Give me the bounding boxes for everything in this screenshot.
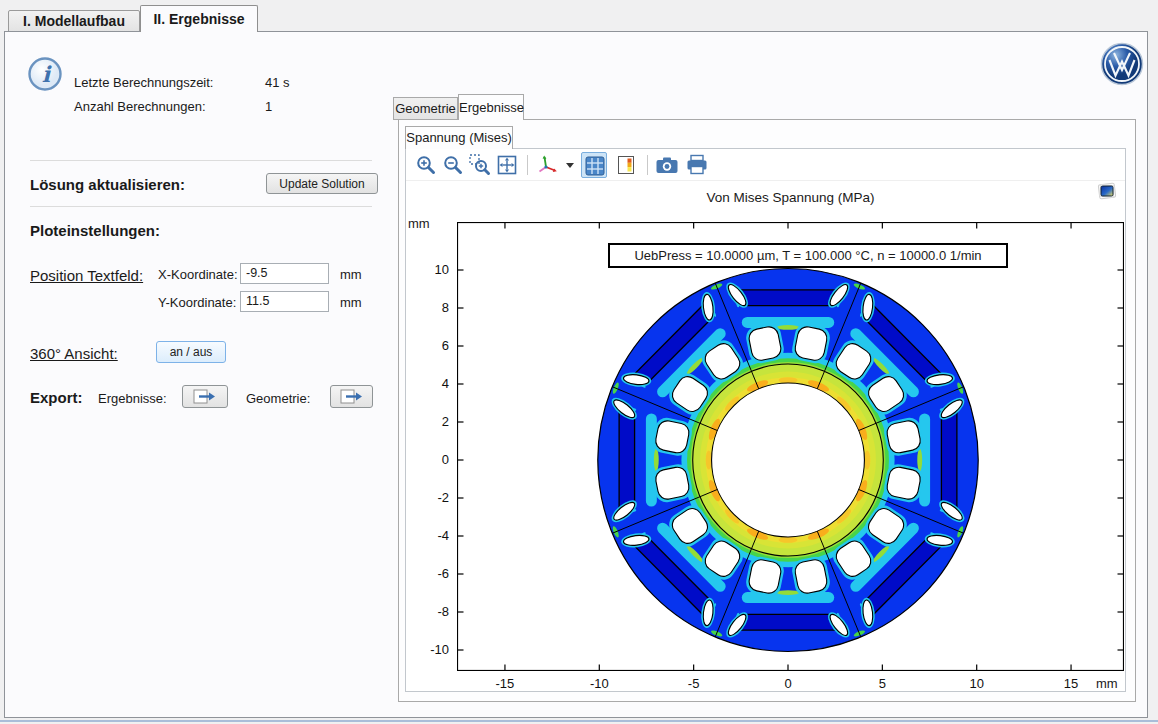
toolbar-separator [527, 155, 528, 175]
y-koordinate-input[interactable]: 11.5 [240, 291, 329, 312]
app-window: I. Modellaufbau II. Ergebnisse i Letzte … [0, 0, 1158, 724]
x-tick-label: 10 [955, 676, 999, 691]
info-icon: i [27, 56, 64, 93]
plot-settings-label: Ploteinstellungen: [30, 222, 160, 239]
calc-count-label: Anzahl Berechnungen: [74, 99, 206, 114]
x-koordinate-label: X-Koordinate: [158, 267, 238, 282]
x-tick-label: 5 [860, 676, 904, 691]
x-tick-label: 15 [1049, 676, 1093, 691]
y-tick-label: -8 [403, 604, 449, 619]
export-results-button[interactable] [182, 385, 228, 408]
y-koordinate-label: Y-Koordinate: [158, 295, 236, 310]
print-icon[interactable] [685, 154, 709, 176]
y-unit-label: mm [340, 295, 362, 310]
position-textfeld-label: Position Textfeld: [30, 267, 143, 284]
graphics-toolbar [406, 149, 1125, 181]
export-label: Export: [30, 389, 83, 406]
export-icon [340, 389, 364, 405]
export-results-label: Ergebnisse: [98, 391, 167, 406]
stress-plot [457, 222, 1124, 671]
zoom-box-icon[interactable] [469, 154, 491, 176]
zoom-in-icon[interactable] [415, 154, 437, 176]
plot-annotation: UebPress = 10.0000 µm, T = 100.000 °C, n… [608, 243, 1008, 268]
legend-icon[interactable] [616, 154, 638, 176]
y-tick-label: 0 [403, 452, 449, 467]
y-tick-label: -10 [403, 642, 449, 657]
view-360-label: 360° Ansicht: [30, 345, 118, 362]
calc-count-value: 1 [265, 99, 272, 114]
update-section-label: Lösung aktualisieren: [30, 176, 185, 193]
y-axis-unit: mm [408, 216, 430, 231]
grid-glyph [585, 156, 605, 176]
tab-ergebnisse-right[interactable]: Ergebnisse [458, 94, 524, 120]
plot-title: Von Mises Spannung (MPa) [457, 190, 1124, 205]
vw-logo [1100, 42, 1144, 86]
grid-icon[interactable] [581, 152, 607, 178]
y-tick-label: 8 [403, 300, 449, 315]
tab-spannung-mises[interactable]: Spannung (Mises) [405, 126, 513, 149]
export-geometry-label: Geometrie: [246, 391, 310, 406]
x-koordinate-input[interactable]: -9.5 [240, 263, 329, 284]
y-tick-label: 10 [403, 262, 449, 277]
export-icon [193, 389, 217, 405]
last-calc-time-label: Letzte Berechnungszeit: [74, 75, 213, 90]
separator [30, 206, 372, 207]
plot-flip-icon[interactable] [1096, 180, 1118, 202]
window-bottom-edge [0, 720, 1158, 722]
last-calc-time-value: 41 s [265, 75, 290, 90]
orientation-dropdown-icon[interactable] [564, 154, 576, 176]
y-tick-label: 4 [403, 376, 449, 391]
separator [30, 160, 372, 161]
update-solution-button[interactable]: Update Solution [266, 173, 378, 194]
toolbar-separator [647, 155, 648, 175]
x-axis-unit: mm [1096, 676, 1118, 691]
tab-ergebnisse[interactable]: II. Ergebnisse [140, 5, 258, 32]
zoom-extents-icon[interactable] [496, 154, 518, 176]
snapshot-icon[interactable] [655, 154, 680, 176]
y-tick-label: -2 [403, 490, 449, 505]
x-tick-label: -10 [577, 676, 621, 691]
x-tick-label: -5 [672, 676, 716, 691]
y-tick-label: -4 [403, 528, 449, 543]
view-toggle-button[interactable]: an / aus [156, 341, 226, 363]
orientation-icon[interactable] [535, 153, 559, 177]
y-tick-label: 2 [403, 414, 449, 429]
tab-geometrie[interactable]: Geometrie [393, 97, 458, 120]
y-tick-label: 6 [403, 338, 449, 353]
zoom-out-icon[interactable] [442, 154, 464, 176]
x-unit-label: mm [340, 267, 362, 282]
y-tick-label: -6 [403, 566, 449, 581]
tab-modellaufbau[interactable]: I. Modellaufbau [8, 10, 140, 32]
export-geometry-button[interactable] [330, 385, 373, 408]
x-tick-label: 0 [766, 676, 810, 691]
x-tick-label: -15 [483, 676, 527, 691]
